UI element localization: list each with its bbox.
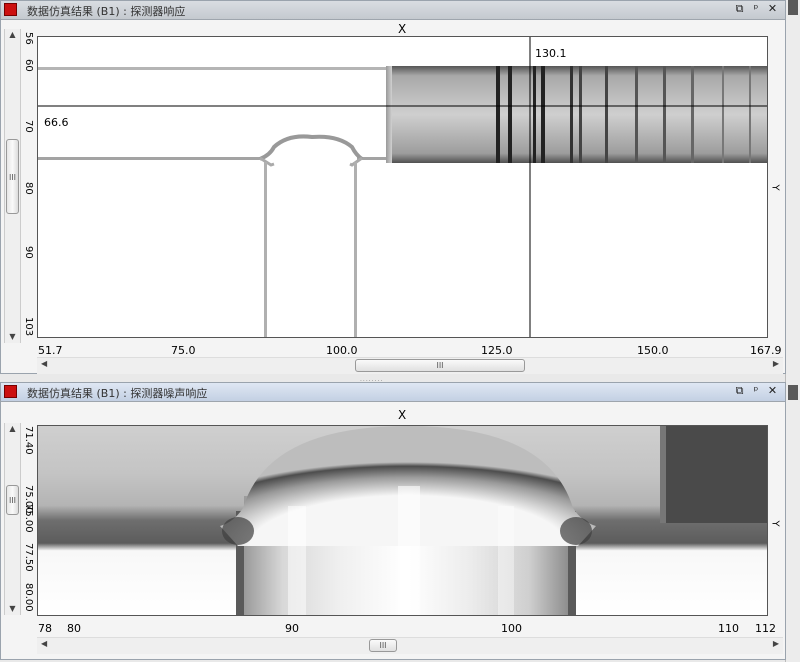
y-axis-name: Y (769, 184, 781, 191)
crosshair-x-readout: 130.1 (535, 47, 567, 60)
horizontal-scrollbar[interactable]: ◀ III ▶ (37, 637, 783, 654)
horizontal-scroll-thumb[interactable]: III (355, 359, 525, 372)
detector-noise-response-window: 数据仿真结果 (B1) : 探测器噪声响应 ⧉ ᵖ ✕ X Y ▲ III ▼ … (0, 382, 786, 660)
y-axis-name: Y (769, 520, 781, 527)
scroll-left-icon[interactable]: ◀ (41, 639, 47, 648)
horizontal-scroll-thumb[interactable]: III (369, 639, 397, 652)
detector-response-plot[interactable]: 130.1 66.6 (37, 36, 768, 338)
noise-response-plot[interactable] (37, 425, 768, 616)
x-axis-name: X (398, 22, 407, 36)
y-tick-label: 56 (23, 32, 34, 45)
x-tick-label: 100.0 (326, 344, 358, 357)
scroll-right-icon[interactable]: ▶ (773, 639, 779, 648)
detector-response-window: 数据仿真结果 (B1) : 探测器响应 ⧉ ᵖ ✕ X Y ▲ III ▼ 56… (0, 0, 786, 374)
window-titlebar[interactable]: 数据仿真结果 (B1) : 探测器响应 ⧉ ᵖ ✕ (1, 1, 785, 20)
close-icon[interactable]: ✕ (766, 384, 779, 397)
y-tick-label: 70 (23, 120, 34, 133)
window-controls: ⧉ ᵖ ✕ (733, 384, 779, 398)
adjacent-window-strip (785, 0, 800, 662)
vertical-scroll-thumb[interactable]: III (6, 485, 19, 515)
scroll-down-icon[interactable]: ▼ (5, 331, 20, 343)
horizontal-scrollbar[interactable]: ◀ III ▶ (37, 357, 783, 374)
y-tick-label: 80 (23, 182, 34, 195)
pin-icon[interactable]: ᵖ (750, 2, 763, 15)
scroll-up-icon[interactable]: ▲ (5, 423, 20, 435)
y-tick-label: 77.50 (23, 543, 34, 572)
vertical-scrollbar[interactable]: ▲ III ▼ (4, 29, 21, 343)
window-titlebar[interactable]: 数据仿真结果 (B1) : 探测器噪声响应 ⧉ ᵖ ✕ (1, 383, 785, 402)
crosshair-y-readout: 66.6 (44, 116, 69, 129)
y-tick-label: 60 (23, 59, 34, 72)
restore-icon[interactable]: ⧉ (733, 384, 746, 398)
x-tick-label: 80 (67, 622, 81, 635)
close-icon[interactable]: ✕ (766, 2, 779, 15)
y-tick-label: 80.00 (23, 583, 34, 612)
vertical-scrollbar[interactable]: ▲ III ▼ (4, 423, 21, 615)
x-tick-label: 125.0 (481, 344, 513, 357)
x-tick-label: 100 (501, 622, 522, 635)
y-tick-label: 103 (23, 317, 34, 337)
y-tick-label: 71.40 (23, 426, 34, 455)
x-tick-label: 90 (285, 622, 299, 635)
window-app-icon (4, 385, 17, 398)
noise-response-image (38, 426, 767, 615)
restore-icon[interactable]: ⧉ (733, 2, 746, 16)
window-title: 数据仿真结果 (B1) : 探测器噪声响应 (27, 387, 208, 400)
x-tick-label: 110 (718, 622, 739, 635)
scroll-down-icon[interactable]: ▼ (5, 603, 20, 615)
detector-response-image (38, 37, 767, 337)
window-app-icon (4, 3, 17, 16)
scroll-up-icon[interactable]: ▲ (5, 29, 20, 41)
x-tick-label: 75.0 (171, 344, 196, 357)
x-tick-label: 150.0 (637, 344, 669, 357)
pin-icon[interactable]: ᵖ (750, 384, 763, 397)
x-tick-label: 51.7 (38, 344, 63, 357)
window-title: 数据仿真结果 (B1) : 探测器响应 (27, 5, 186, 18)
x-axis-name: X (398, 408, 407, 422)
x-tick-label: 167.9 (750, 344, 782, 357)
adjacent-window-marker (788, 385, 798, 400)
x-tick-label: 112 (755, 622, 776, 635)
window-controls: ⧉ ᵖ ✕ (733, 2, 779, 16)
vertical-scroll-thumb[interactable]: III (6, 139, 19, 214)
scroll-left-icon[interactable]: ◀ (41, 359, 47, 368)
y-tick-label: 90 (23, 246, 34, 259)
x-tick-label: 78 (38, 622, 52, 635)
scroll-right-icon[interactable]: ▶ (773, 359, 779, 368)
pane-splitter[interactable]: ........ (360, 376, 420, 383)
y-tick-label: 75.00 (23, 504, 34, 533)
adjacent-window-marker (788, 0, 798, 15)
